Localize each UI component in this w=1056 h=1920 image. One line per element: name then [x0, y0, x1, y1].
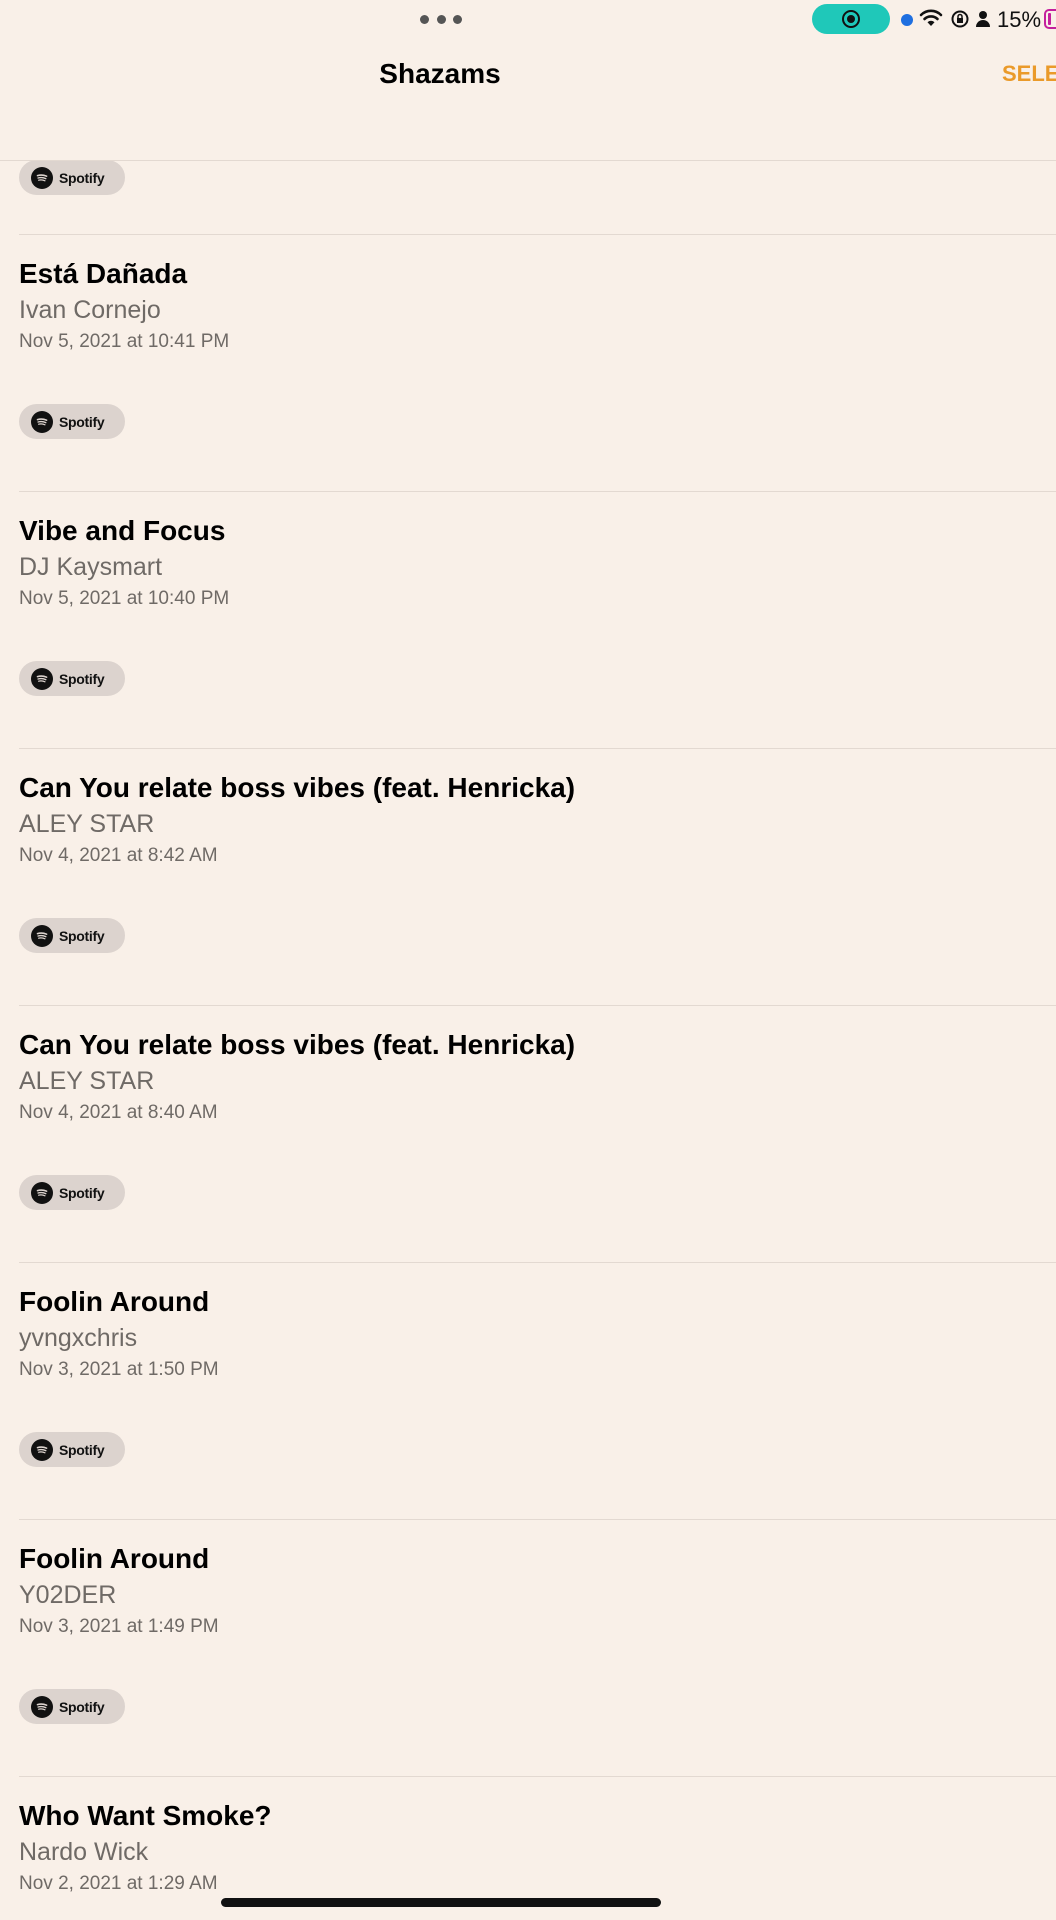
mic-indicator-icon — [901, 14, 913, 26]
shazam-date: Nov 5, 2021 at 10:40 PM — [19, 588, 230, 609]
list-item[interactable]: Está Dañada Ivan Cornejo Nov 5, 2021 at … — [0, 235, 1056, 492]
page-title: Shazams — [379, 58, 501, 89]
spotify-button[interactable]: Spotify — [19, 404, 125, 439]
spotify-icon — [31, 166, 53, 189]
song-artist: Nardo Wick — [19, 1838, 149, 1866]
nav-divider — [0, 160, 1056, 161]
list-item[interactable]: Foolin Around Y02DER Nov 3, 2021 at 1:49… — [0, 1520, 1056, 1777]
song-title: Está Dañada — [19, 258, 188, 289]
spotify-label: Spotify — [59, 169, 105, 186]
song-title: Foolin Around — [19, 1286, 210, 1317]
spotify-label: Spotify — [59, 1441, 105, 1458]
wifi-icon — [919, 9, 943, 26]
song-artist: Y02DER — [19, 1581, 117, 1609]
spotify-button[interactable]: Spotify — [19, 1689, 125, 1724]
spotify-label: Spotify — [59, 670, 105, 687]
spotify-button[interactable]: Spotify — [19, 918, 125, 953]
battery-icon — [1044, 9, 1056, 29]
song-artist: yvngxchris — [19, 1324, 138, 1352]
song-title: Who Want Smoke? — [19, 1800, 272, 1831]
spotify-icon — [31, 1438, 53, 1461]
spotify-icon — [31, 1695, 53, 1718]
list-item[interactable]: Vibe and Focus DJ Kaysmart Nov 5, 2021 a… — [0, 492, 1056, 749]
record-icon — [842, 10, 860, 28]
spotify-label: Spotify — [59, 927, 105, 944]
battery-percentage: 15% — [997, 7, 1042, 32]
spotify-label: Spotify — [59, 413, 105, 430]
spotify-button[interactable]: Spotify — [19, 1175, 125, 1210]
spotify-icon — [31, 667, 53, 690]
song-artist: Ivan Cornejo — [19, 296, 161, 324]
shazam-date: Nov 5, 2021 at 10:41 PM — [19, 331, 230, 352]
list-item[interactable]: Can You relate boss vibes (feat. Henrick… — [0, 749, 1056, 1006]
spotify-label: Spotify — [59, 1698, 105, 1715]
home-indicator[interactable] — [221, 1898, 661, 1907]
spotify-button[interactable]: Spotify — [19, 1432, 125, 1467]
select-button[interactable]: SELE — [1002, 60, 1056, 88]
song-artist: ALEY STAR — [19, 810, 155, 838]
shazam-date: Nov 2, 2021 at 1:29 AM — [19, 1873, 218, 1894]
multitasking-dots-icon[interactable] — [420, 12, 462, 26]
song-title: Vibe and Focus — [19, 515, 226, 546]
shazam-date: Nov 3, 2021 at 1:50 PM — [19, 1359, 219, 1380]
song-title: Can You relate boss vibes (feat. Henrick… — [19, 772, 576, 803]
shazam-date: Nov 4, 2021 at 8:42 AM — [19, 845, 218, 866]
status-bar: 15% — [0, 0, 1056, 40]
song-title: Foolin Around — [19, 1543, 210, 1574]
list-item[interactable]: Foolin Around yvngxchris Nov 3, 2021 at … — [0, 1263, 1056, 1520]
spotify-button[interactable]: Spotify — [19, 661, 125, 696]
song-artist: ALEY STAR — [19, 1067, 155, 1095]
list-item[interactable]: Can You relate boss vibes (feat. Henrick… — [0, 1006, 1056, 1263]
shazam-date: Nov 4, 2021 at 8:40 AM — [19, 1102, 218, 1123]
spotify-icon — [31, 1181, 53, 1204]
screen-recording-indicator[interactable] — [812, 4, 890, 34]
shazam-date: Nov 3, 2021 at 1:49 PM — [19, 1616, 219, 1637]
song-title: Can You relate boss vibes (feat. Henrick… — [19, 1029, 576, 1060]
spotify-label: Spotify — [59, 1184, 105, 1201]
person-icon — [976, 11, 990, 27]
spotify-button[interactable]: Spotify — [19, 160, 125, 195]
spotify-icon — [31, 924, 53, 947]
spotify-icon — [31, 410, 53, 433]
song-artist: DJ Kaysmart — [19, 553, 163, 581]
rotation-lock-icon — [951, 10, 969, 28]
